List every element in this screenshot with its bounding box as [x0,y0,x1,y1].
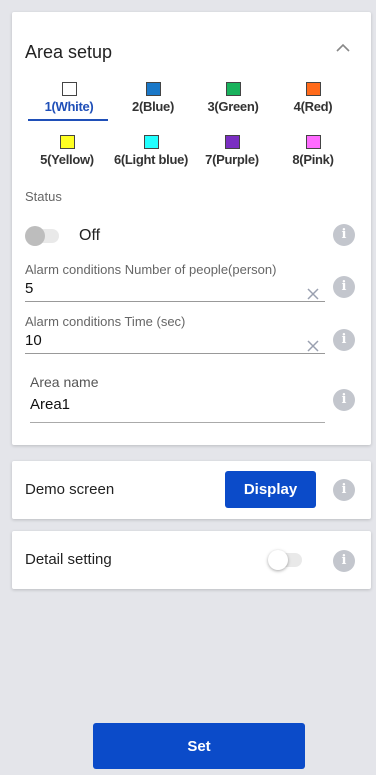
clear-icon[interactable] [305,286,321,302]
people-input[interactable] [25,280,290,297]
status-value: Off [79,227,101,244]
area-tab-label: 5(Yellow) [40,152,94,167]
area-color-swatch [143,135,159,149]
clear-icon[interactable] [305,338,321,354]
info-icon[interactable]: i [333,224,355,246]
area-color-swatch [305,82,321,96]
field-underline [25,353,325,354]
area-setup-panel: Area setup 1(White) 2(Blue) 3(Green) 4(R… [12,12,371,445]
area-tab-label: 8(Pink) [292,152,334,167]
set-button[interactable]: Set [93,723,305,769]
area-tab-label: 3(Green) [207,99,259,114]
area-color-swatch [59,135,75,149]
area-setup-title: Area setup [25,42,113,62]
toggle-knob [268,550,288,570]
area-tab-1[interactable]: 1(White) [24,82,114,114]
detail-setting-label: Detail setting [25,551,112,568]
area-tab-2[interactable]: 2(Blue) [108,82,198,114]
time-field: Alarm conditions Time (sec) [25,314,325,354]
area-color-swatch [61,82,77,96]
detail-setting-panel: Detail setting i [12,531,371,589]
area-tab-5[interactable]: 5(Yellow) [22,135,112,167]
area-name-field: Area name [30,374,325,423]
area-tab-label: 4(Red) [293,99,333,114]
info-icon[interactable]: i [333,479,355,501]
area-tab-label: 6(Light blue) [113,152,189,167]
area-name-label: Area name [30,374,99,390]
area-tab-label: 2(Blue) [132,99,174,114]
chevron-up-icon[interactable] [331,36,355,60]
area-color-swatch [224,135,240,149]
people-field-label: Alarm conditions Number of people(person… [25,262,277,277]
time-field-label: Alarm conditions Time (sec) [25,314,186,329]
area-tab-7[interactable]: 7(Purple) [187,135,277,167]
info-icon[interactable]: i [333,550,355,572]
area-tab-4[interactable]: 4(Red) [268,82,358,114]
area-tab-3[interactable]: 3(Green) [188,82,278,114]
area-tab-8[interactable]: 8(Pink) [268,135,358,167]
demo-screen-label: Demo screen [25,481,115,498]
display-button[interactable]: Display [225,471,316,508]
toggle-knob [25,226,45,246]
people-field: Alarm conditions Number of people(person… [25,262,325,302]
area-tab-6[interactable]: 6(Light blue) [106,135,196,167]
status-toggle[interactable] [25,226,59,246]
area-name-input[interactable] [30,396,295,413]
detail-setting-toggle[interactable] [268,550,302,570]
area-tab-label: 1(White) [44,99,94,114]
status-label: Status [25,189,62,204]
info-icon[interactable]: i [333,276,355,298]
area-color-swatch [305,135,321,149]
area-tab-label: 7(Purple) [205,152,259,167]
info-icon[interactable]: i [333,389,355,411]
demo-screen-panel: Demo screen Display i [12,461,371,519]
field-underline [30,422,325,423]
area-color-swatch [145,82,161,96]
active-tab-indicator [28,119,108,121]
time-input[interactable] [25,332,290,349]
field-underline [25,301,325,302]
area-color-swatch [225,82,241,96]
info-icon[interactable]: i [333,329,355,351]
